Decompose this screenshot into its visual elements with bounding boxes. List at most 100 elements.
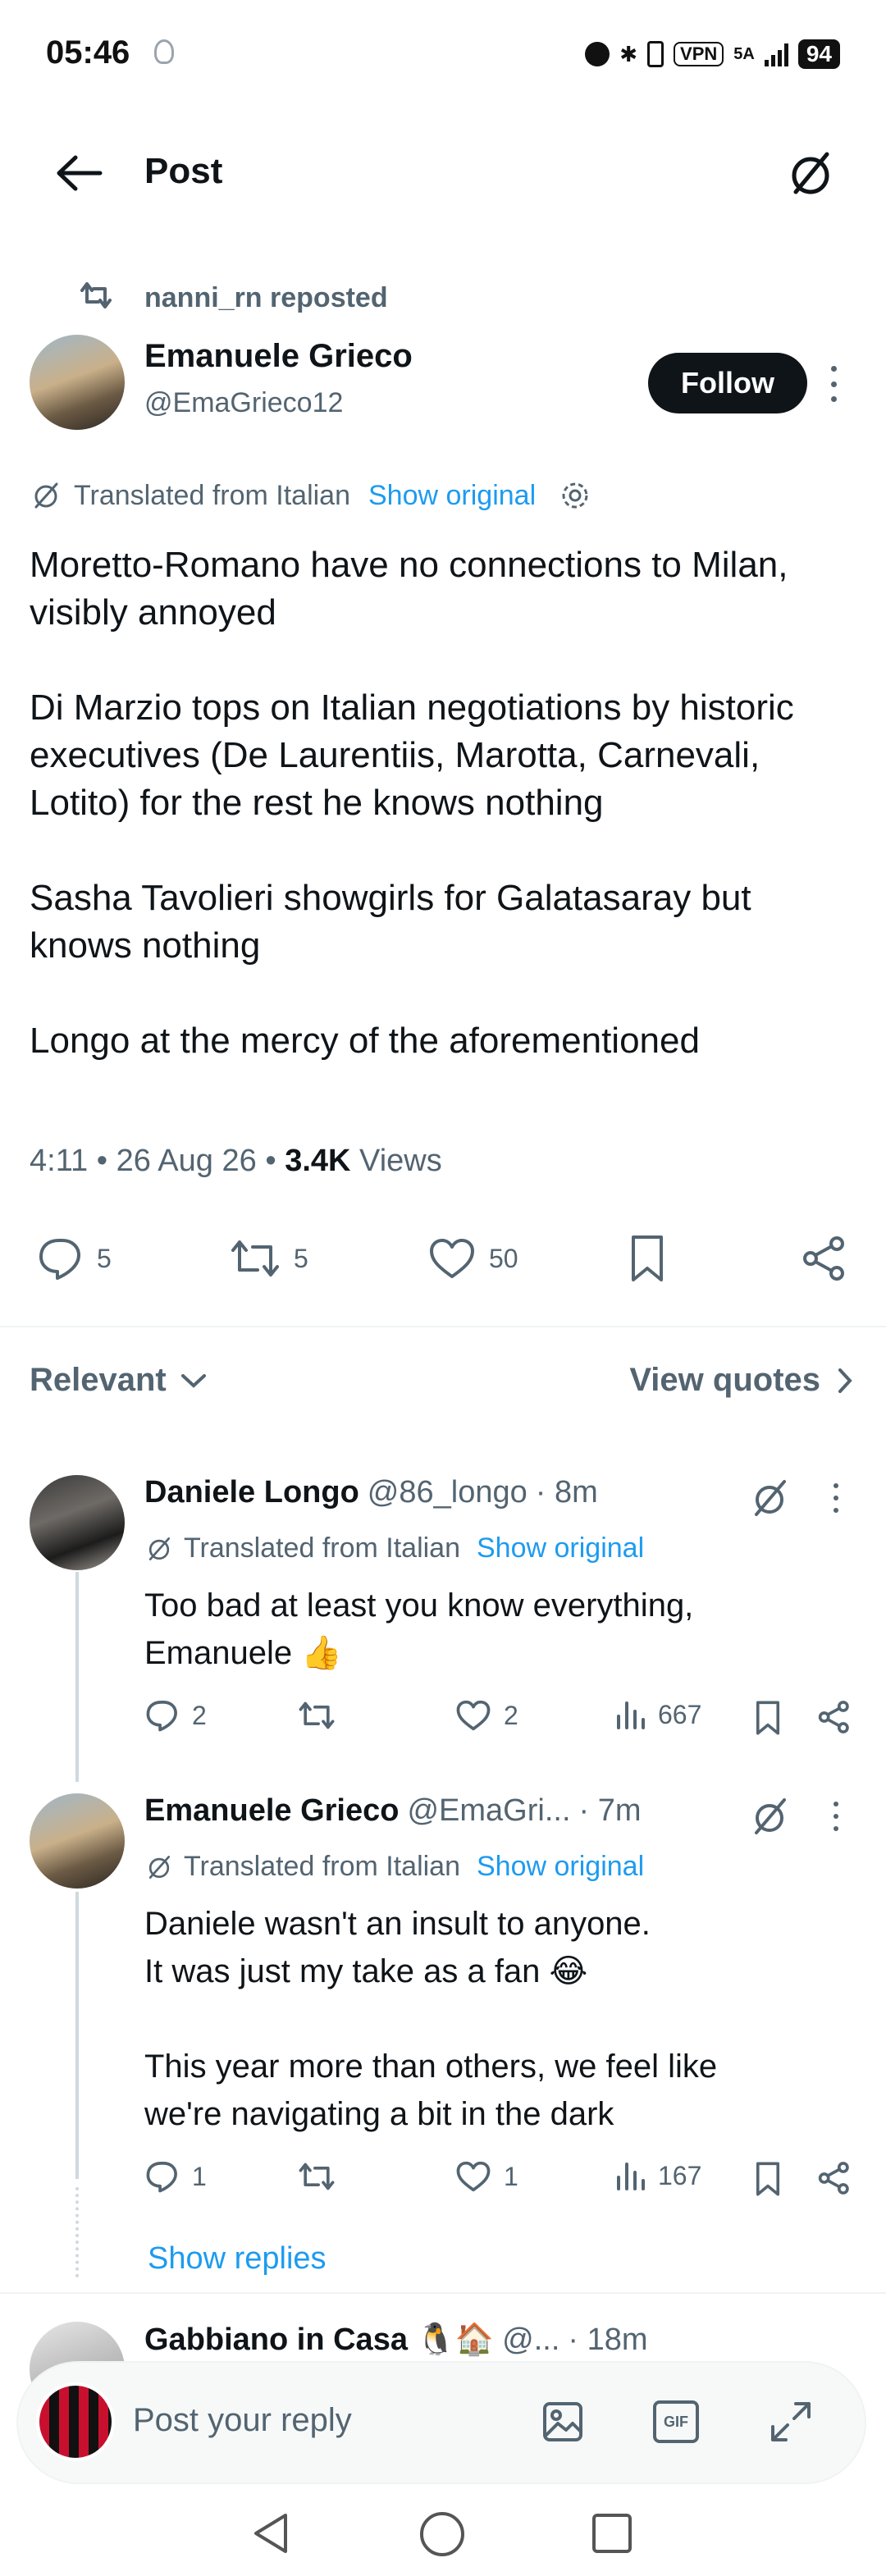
back-nav-icon[interactable]: [249, 2510, 290, 2556]
reply-header: Gabbiano in Casa 🐧🏠 @... · 18m: [144, 2322, 648, 2358]
grok-icon[interactable]: [748, 1795, 791, 1838]
repost-button[interactable]: 5: [228, 1235, 308, 1281]
status-icons: ✱ VPN 5A 94: [585, 36, 840, 72]
vibrate-icon: [647, 41, 664, 67]
share-icon[interactable]: [817, 1700, 852, 1734]
avatar[interactable]: [30, 335, 125, 430]
post-date: 26 Aug 26: [116, 1144, 257, 1178]
heart-icon: [456, 1700, 491, 1731]
chevron-right-icon: [838, 1368, 852, 1393]
reply-body: Daniele wasn't an insult to anyone. It w…: [144, 1906, 718, 2132]
thread-connector-dots: [75, 2187, 79, 2277]
reply-button[interactable]: 5: [36, 1235, 112, 1281]
follow-button[interactable]: Follow: [648, 353, 807, 413]
repost-icon: [231, 1240, 279, 1277]
translation-row: Translated from Italian Show original: [144, 1851, 644, 1883]
reply-count: 2: [192, 1700, 207, 1730]
sort-dropdown[interactable]: Relevant: [30, 1362, 208, 1399]
views-button[interactable]: 667: [614, 1698, 701, 1731]
repost-icon: [77, 279, 115, 312]
views-button[interactable]: 167: [614, 2159, 701, 2192]
bookmark-icon[interactable]: [753, 2161, 783, 2197]
repost-label: nanni_rn reposted: [144, 282, 388, 313]
repost-icon: [299, 1701, 335, 1729]
bookmark-icon[interactable]: [753, 1700, 783, 1736]
view-quotes-link[interactable]: View quotes: [629, 1362, 853, 1399]
vpn-badge: VPN: [674, 42, 724, 66]
translate-icon: [30, 479, 62, 512]
reply-icon: [146, 2162, 177, 2193]
post-meta: 4:11 • 26 Aug 26 • 3.4K Views: [30, 1144, 442, 1178]
reply-icon: [146, 1701, 177, 1732]
reply-header: Emanuele Grieco @EmaGri... · 7m: [144, 1793, 642, 1829]
divider: [0, 1326, 886, 1327]
reply-button[interactable]: 1: [144, 2159, 207, 2194]
translation-row: Translated from Italian Show original: [144, 1532, 644, 1564]
reply-icon: [39, 1239, 80, 1280]
like-button[interactable]: 50: [427, 1235, 518, 1281]
expand-icon[interactable]: [766, 2397, 815, 2446]
repost-button[interactable]: [297, 2159, 336, 2194]
translated-label: Translated from Italian: [184, 1532, 460, 1564]
reply-count: 5: [97, 1243, 112, 1273]
show-replies-link[interactable]: Show replies: [148, 2241, 327, 2277]
page-title: Post: [144, 151, 223, 191]
thread-connector: [75, 1892, 79, 2179]
like-button[interactable]: 2: [454, 1698, 518, 1733]
views-icon: [617, 1701, 645, 1729]
reply-author-name[interactable]: Gabbiano in Casa 🐧🏠: [144, 2322, 494, 2358]
network-label: 5A: [733, 44, 755, 63]
show-original-link[interactable]: Show original: [368, 480, 536, 512]
translate-icon: [148, 1537, 171, 1560]
reply-author-handle[interactable]: @EmaGri...: [407, 1793, 570, 1829]
share-icon[interactable]: [801, 1235, 848, 1281]
reply-header: Daniele Longo @86_longo · 8m: [144, 1475, 598, 1510]
reply-button[interactable]: 2: [144, 1698, 207, 1733]
views-count: 167: [658, 2160, 702, 2190]
divider: [0, 2292, 886, 2294]
post-body: Moretto-Romano have no connections to Mi…: [30, 545, 794, 1061]
sort-label: Relevant: [30, 1362, 167, 1398]
reply-time: · 8m: [535, 1475, 598, 1510]
reply-author-handle[interactable]: @...: [502, 2323, 559, 2358]
avatar[interactable]: [30, 1475, 125, 1570]
more-options-icon[interactable]: [832, 1802, 840, 1831]
image-icon[interactable]: [540, 2399, 586, 2445]
signal-icon: [764, 42, 788, 66]
repost-button[interactable]: [297, 1698, 336, 1733]
author-handle[interactable]: @EmaGrieco12: [144, 387, 343, 419]
views-label: Views: [359, 1144, 442, 1178]
like-button[interactable]: 1: [454, 2159, 518, 2194]
views-icon: [617, 2163, 645, 2190]
grok-icon[interactable]: [748, 1477, 791, 1519]
like-count: 1: [504, 2161, 518, 2191]
translate-icon: [148, 1855, 171, 1879]
recents-nav-icon[interactable]: [592, 2514, 632, 2553]
more-options-icon[interactable]: [829, 366, 838, 402]
thread-connector: [75, 1572, 79, 1782]
like-count: 2: [504, 1700, 518, 1730]
more-options-icon[interactable]: [832, 1483, 840, 1513]
show-original-link[interactable]: Show original: [477, 1532, 644, 1564]
back-arrow-icon[interactable]: [54, 153, 103, 194]
bookmark-icon[interactable]: [627, 1234, 668, 1283]
status-time: 05:46: [46, 34, 130, 71]
repost-count: 5: [294, 1243, 308, 1273]
reply-author-name[interactable]: Daniele Longo: [144, 1475, 359, 1510]
user-avatar: [36, 2382, 115, 2461]
grok-icon[interactable]: [784, 148, 837, 200]
notification-icon: [154, 39, 174, 64]
home-nav-icon[interactable]: [420, 2512, 464, 2556]
reply-input[interactable]: Post your reply: [133, 2402, 352, 2439]
views-count: 3.4K: [285, 1144, 351, 1178]
heart-icon: [430, 1239, 474, 1278]
translation-settings-icon[interactable]: [559, 479, 591, 512]
author-name[interactable]: Emanuele Grieco: [144, 338, 413, 375]
gif-icon[interactable]: GIF: [653, 2400, 699, 2443]
avatar[interactable]: [30, 1793, 125, 1889]
repost-icon: [299, 2163, 335, 2190]
reply-author-name[interactable]: Emanuele Grieco: [144, 1793, 399, 1829]
share-icon[interactable]: [817, 2161, 852, 2195]
show-original-link[interactable]: Show original: [477, 1851, 644, 1883]
reply-author-handle[interactable]: @86_longo: [368, 1475, 527, 1510]
